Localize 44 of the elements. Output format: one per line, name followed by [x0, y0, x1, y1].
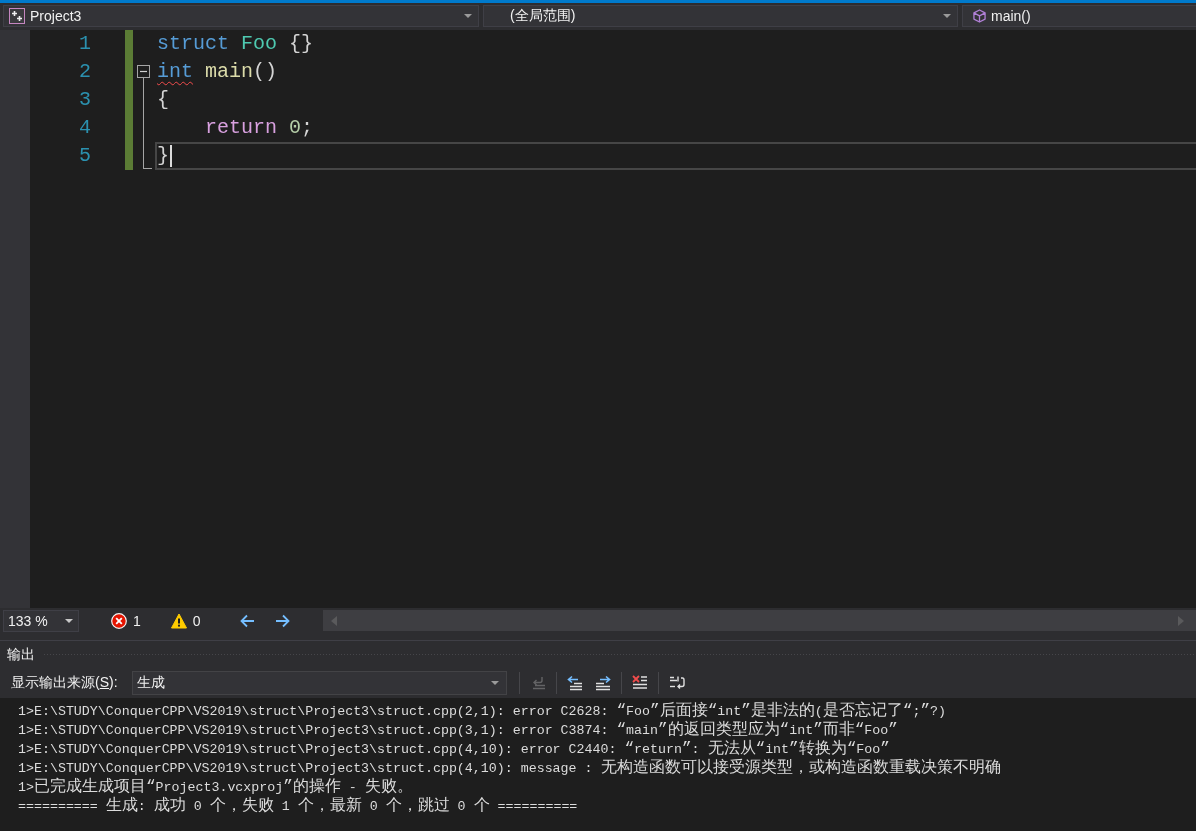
line-number: 5	[78, 143, 91, 169]
zoom-dropdown[interactable]: 133 %	[3, 610, 79, 632]
output-line: ========== 生成: 成功 0 个，失败 1 个，最新 0 个，跳过 0 个 ==========	[18, 797, 578, 816]
line-number: 4	[78, 115, 91, 141]
back-button[interactable]	[238, 613, 255, 629]
member-dropdown[interactable]: main()	[962, 5, 1196, 27]
next-message-icon	[594, 675, 611, 691]
code-line: int main()	[157, 60, 278, 84]
caret-icon	[464, 14, 472, 18]
output-line: 1>E:\STUDY\ConquerCPP\VS2019\struct\Project3\struct.cpp(4,10): message : 无构造函数可以接受源类型，或构造函数重载决策不明确	[18, 759, 1001, 777]
project-dropdown[interactable]: Project3	[3, 5, 479, 27]
line-number: 2	[78, 59, 91, 85]
source-dropdown[interactable]: 生成	[131, 671, 507, 695]
warning-icon	[170, 613, 187, 629]
caret-icon	[65, 619, 73, 623]
caret-icon	[490, 681, 499, 685]
left-arrow-icon	[238, 613, 255, 629]
code-line: struct Foo {}	[157, 32, 314, 56]
caret-icon	[943, 14, 951, 18]
error-icon	[111, 613, 127, 629]
source-label: 显示输出来源(S):	[11, 674, 118, 692]
cube-icon	[973, 9, 986, 23]
code-line: }	[157, 144, 169, 168]
line-number: 1	[78, 31, 91, 57]
right-arrow-icon	[274, 613, 291, 629]
error-count[interactable]: 1	[111, 613, 141, 629]
output-line: 1>已完成生成项目“Project3.vcxproj”的操作 - 失败。	[18, 778, 413, 796]
text-cursor	[170, 145, 172, 167]
collapse-icon[interactable]	[137, 65, 150, 78]
previous-message-icon	[566, 675, 583, 691]
code-editor[interactable]: 1 struct Foo {} 2 int main() 3 { 4 return 0; 5 }	[0, 30, 1196, 608]
word-wrap-icon	[668, 675, 685, 691]
warning-count[interactable]: 0	[170, 613, 201, 629]
line-number: 3	[78, 87, 91, 113]
scope-dropdown[interactable]: (全局范围)	[483, 5, 958, 27]
clear-all-icon	[631, 675, 648, 691]
forward-button[interactable]	[274, 613, 291, 629]
output-line: 1>E:\STUDY\ConquerCPP\VS2019\struct\Project3\struct.cpp(3,1): error C3874: “main”的返回类型应为“int”而非“Foo”	[18, 721, 898, 740]
project-icon	[9, 8, 25, 24]
output-line: 1>E:\STUDY\ConquerCPP\VS2019\struct\Project3\struct.cpp(4,10): error C2440: “return”: 无法从“int”转换为“Foo”	[18, 740, 890, 758]
code-line: return 0;	[204, 116, 314, 140]
output-line: 1>E:\STUDY\ConquerCPP\VS2019\struct\Project3\struct.cpp(2,1): error C2628: “Foo”后面接“int”是非法的(是否忘记了“;”?)	[18, 702, 946, 720]
panel-title: 输出	[7, 645, 35, 664]
code-line: {	[157, 88, 169, 112]
